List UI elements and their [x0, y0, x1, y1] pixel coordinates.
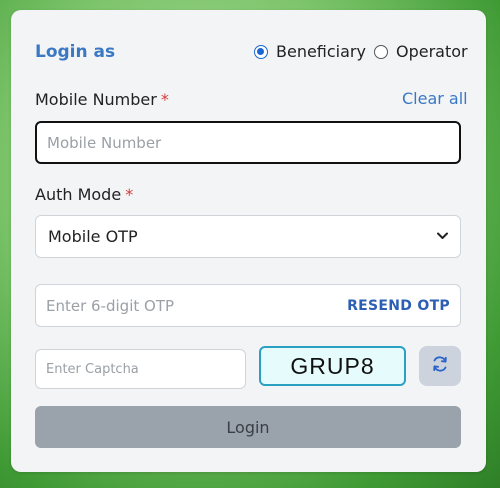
refresh-icon — [430, 354, 450, 378]
auth-mode-selected-value: Mobile OTP — [48, 227, 138, 246]
refresh-captcha-button[interactable] — [419, 346, 461, 386]
clear-all-link[interactable]: Clear all — [402, 89, 468, 108]
login-card: Login as Beneficiary Operator Mobile Num… — [11, 10, 486, 472]
resend-otp-button[interactable]: RESEND OTP — [347, 298, 450, 314]
beneficiary-radio-label[interactable]: Beneficiary — [276, 42, 366, 61]
captcha-input-placeholder[interactable]: Enter Captcha — [46, 362, 139, 377]
operator-radio-label[interactable]: Operator — [396, 42, 468, 61]
mobile-number-label: Mobile Number * — [35, 90, 169, 109]
mobile-number-input[interactable] — [35, 121, 461, 164]
mobile-number-label-text: Mobile Number — [35, 90, 157, 109]
login-as-title: Login as — [35, 42, 116, 62]
captcha-image: GRUP8 — [259, 346, 406, 386]
auth-mode-label-text: Auth Mode — [35, 185, 122, 204]
otp-input-placeholder[interactable]: Enter 6-digit OTP — [46, 297, 174, 315]
login-button[interactable]: Login — [35, 406, 461, 448]
chevron-down-icon — [437, 229, 448, 244]
otp-field[interactable]: Enter 6-digit OTP RESEND OTP — [35, 284, 461, 327]
beneficiary-radio[interactable] — [254, 44, 268, 59]
role-radio-group: Beneficiary Operator — [254, 42, 476, 61]
required-mark: * — [160, 90, 169, 109]
captcha-input[interactable]: Enter Captcha — [35, 349, 246, 389]
required-mark: * — [125, 185, 134, 204]
auth-mode-label: Auth Mode * — [35, 185, 133, 204]
operator-radio[interactable] — [373, 44, 388, 59]
auth-mode-select[interactable]: Mobile OTP — [35, 215, 461, 258]
